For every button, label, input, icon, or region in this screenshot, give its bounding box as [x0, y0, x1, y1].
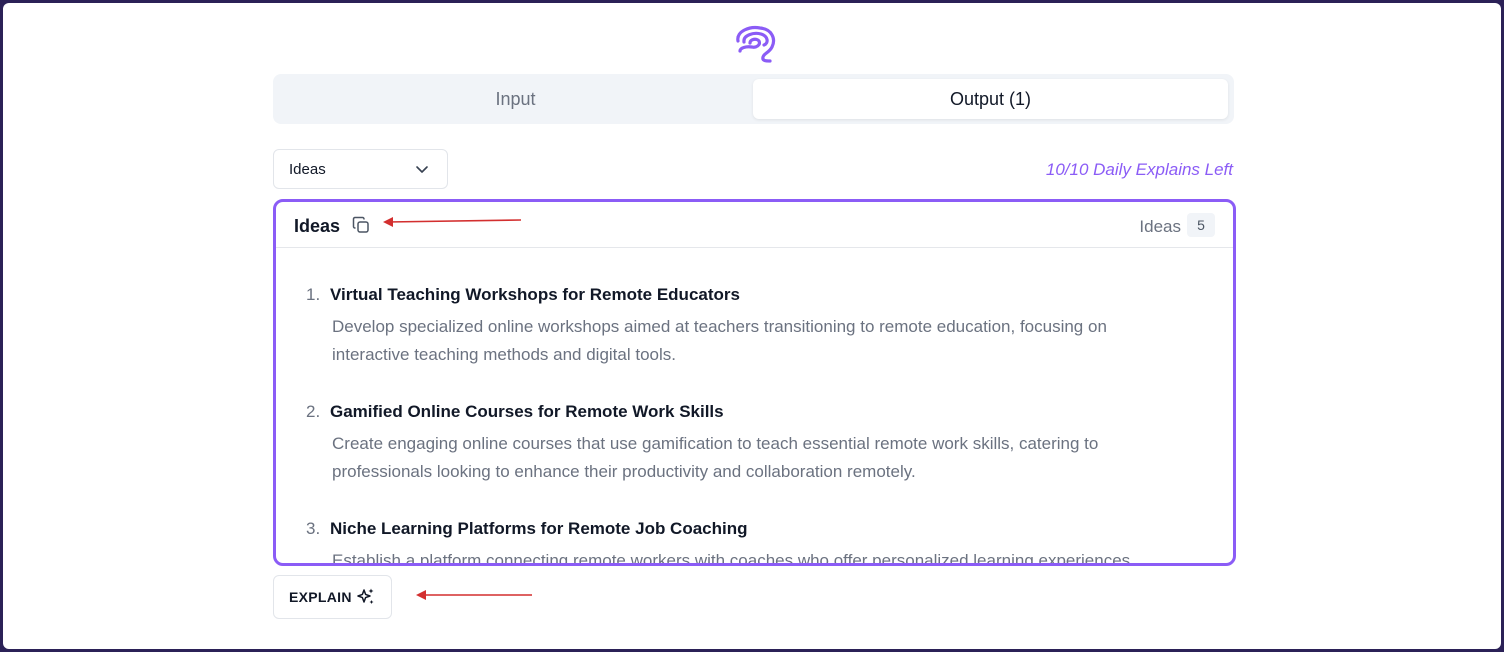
item-title: Niche Learning Platforms for Remote Job … [330, 519, 748, 538]
ideas-panel: Ideas Ideas 5 1. Virtual Teaching Worksh… [273, 199, 1236, 566]
tab-output[interactable]: Output (1) [753, 79, 1228, 119]
annotation-arrow-icon [416, 590, 532, 600]
explain-button[interactable]: EXPLAIN [273, 575, 392, 619]
sparkle-icon [357, 588, 374, 604]
tab-input[interactable]: Input [278, 79, 753, 119]
item-title: Virtual Teaching Workshops for Remote Ed… [330, 285, 740, 304]
output-type-value: Ideas [289, 160, 326, 178]
brain-logo-icon [736, 25, 776, 63]
chevron-down-icon [416, 166, 428, 173]
item-description: Establish a platform connecting remote w… [332, 551, 1131, 563]
ideas-count-badge: 5 [1187, 213, 1215, 237]
item-description: Create engaging online courses that use … [332, 434, 1099, 481]
item-number: 1. [306, 285, 321, 304]
copy-icon[interactable] [352, 216, 370, 234]
explain-button-label: EXPLAIN [289, 589, 352, 605]
item-description: Develop specialized online workshops aim… [332, 317, 1107, 364]
panel-title: Ideas [294, 216, 341, 236]
app-window: Input Output (1) Ideas 10/10 Daily Expla… [3, 3, 1501, 649]
annotation-arrow-icon [383, 217, 522, 227]
item-number: 2. [306, 402, 321, 421]
view-tabs: Input Output (1) [273, 74, 1234, 124]
item-number: 3. [306, 519, 321, 538]
item-title: Gamified Online Courses for Remote Work … [330, 402, 724, 421]
output-type-select[interactable]: Ideas [273, 149, 448, 189]
daily-explains-remaining: 10/10 Daily Explains Left [1045, 160, 1233, 179]
ideas-count-label: Ideas [1139, 217, 1181, 236]
ideas-list: 1. Virtual Teaching Workshops for Remote… [276, 248, 1233, 563]
